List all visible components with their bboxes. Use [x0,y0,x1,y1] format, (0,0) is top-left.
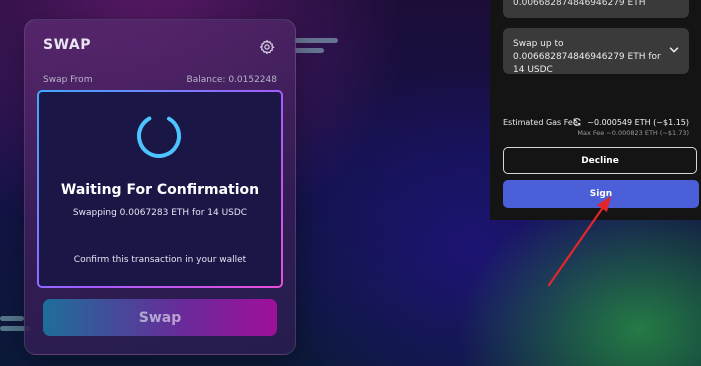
swap-summary-text: Swap up to 0.006682874846946279 ETH for … [513,39,661,75]
gear-icon[interactable] [259,39,275,55]
decline-button[interactable]: Decline [503,147,697,174]
swap-from-label: Swap From [43,75,93,85]
balance-label: Balance: 0.0152248 [186,75,277,85]
refresh-icon[interactable] [572,117,582,127]
gas-fee-label: Estimated Gas Fee [503,118,578,127]
swap-button[interactable]: Swap [43,299,277,336]
swap-summary-dropdown[interactable]: Swap up to 0.006682874846946279 ETH for … [503,28,689,75]
gas-fee-amount: ~0.000549 ETH (~$1.15) [587,117,689,127]
wallet-panel: 0.006682874846946279 ETH Swap up to 0.00… [490,0,701,220]
swap-title: SWAP [43,37,91,53]
loading-spinner-icon [137,114,181,158]
amount-field: 0.006682874846946279 ETH [503,0,689,18]
modal-hint: Confirm this transaction in your wallet [73,255,247,265]
chevron-down-icon [669,47,679,53]
waiting-confirmation-modal: Waiting For Confirmation Swapping 0.0067… [37,90,283,288]
max-fee-label: Max Fee ~0.000823 ETH (~$1.73) [577,129,689,137]
sign-button[interactable]: Sign [503,180,699,208]
gas-fee-value: ~0.000549 ETH (~$1.15) [572,117,689,127]
modal-title: Waiting For Confirmation [60,182,260,198]
modal-subtitle: Swapping 0.0067283 ETH for 14 USDC [72,208,248,218]
